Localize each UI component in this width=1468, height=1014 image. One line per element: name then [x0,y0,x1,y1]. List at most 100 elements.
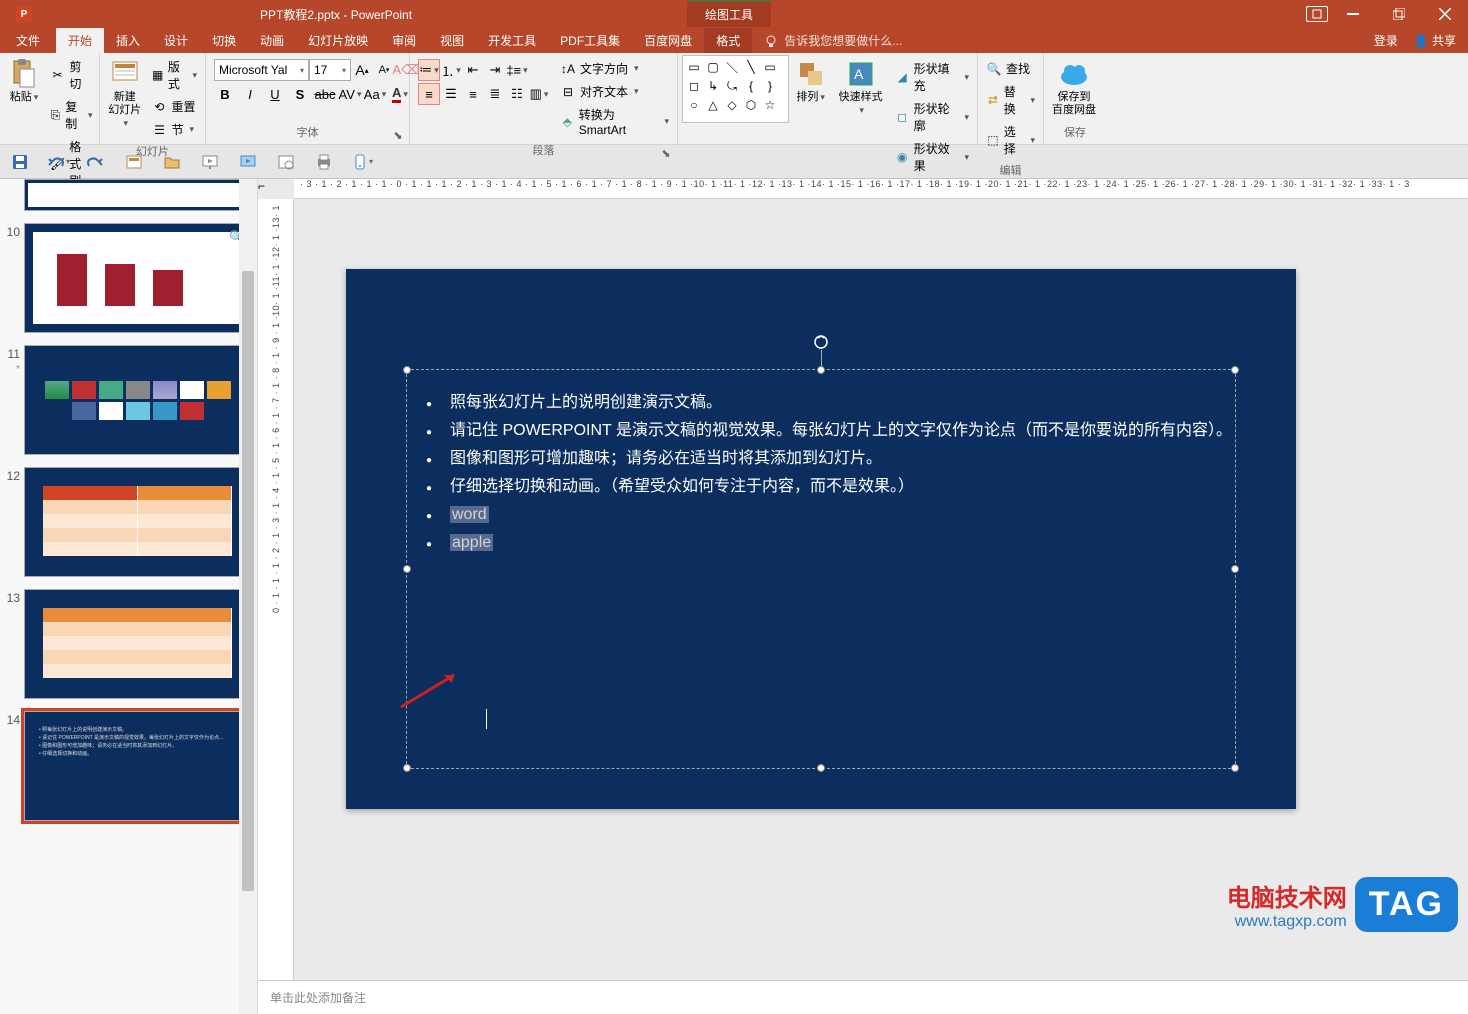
tab-animations[interactable]: 动画 [248,28,296,53]
italic-icon[interactable]: I [239,83,261,105]
justify-icon[interactable]: ≣ [484,83,506,105]
shape-outline-button[interactable]: ◻形状轮廓 [893,99,971,135]
font-color-icon[interactable]: A [389,83,411,105]
new-slide-button[interactable]: 新建 幻灯片 [104,55,145,132]
align-center-icon[interactable]: ☰ [440,83,462,105]
thumbnail-slide-11[interactable]: 11* [0,341,257,463]
decrease-indent-icon[interactable]: ⇤ [462,59,484,81]
tab-insert[interactable]: 插入 [104,28,152,53]
resize-handle[interactable] [403,565,411,573]
paragraph-launcher-icon[interactable]: ⬊ [661,147,671,157]
ribbon-display-options[interactable] [1306,6,1328,22]
thumbnail-slide-14[interactable]: 14 • 照每张幻灯片上的说明创建演示文稿。 • 请记住 POWERPOINT … [0,707,257,829]
restore-button[interactable] [1376,0,1422,28]
tab-developer[interactable]: 开发工具 [476,28,548,53]
shape-fill-button[interactable]: ◢形状填充 [893,59,971,95]
bullet-item[interactable]: 图像和图形可增加趣味；请务必在适当时将其添加到幻灯片。 [426,445,1232,473]
thumbnail-slide-10[interactable]: 10 🔍 [0,219,257,341]
resize-handle[interactable] [403,366,411,374]
qat-preview-icon[interactable] [274,150,298,174]
tab-baidu[interactable]: 百度网盘 [632,28,704,53]
columns-icon[interactable]: ▥ [528,83,550,105]
rotate-handle-icon[interactable] [813,334,829,350]
change-case-icon[interactable]: Aa [364,83,386,105]
tell-me-search[interactable]: 告诉我您想要做什么... [752,28,902,53]
bullet-list[interactable]: 照每张幻灯片上的说明创建演示文稿。 请记住 POWERPOINT 是演示文稿的视… [426,389,1232,557]
strike-icon[interactable]: abc [314,83,336,105]
bullet-item[interactable]: 请记住 POWERPOINT 是演示文稿的视觉效果。每张幻灯片上的文字仅作为论点… [426,417,1232,445]
bold-icon[interactable]: B [214,83,236,105]
align-right-icon[interactable]: ≡ [462,83,484,105]
bullets-icon[interactable]: ≔ [418,59,440,81]
share-button[interactable]: 👤 共享 [1414,32,1456,49]
qat-save-icon[interactable] [8,150,32,174]
reset-button[interactable]: ⟲重置 [149,97,199,116]
tab-format[interactable]: 格式 [704,28,752,53]
resize-handle[interactable] [817,764,825,772]
qat-touch-mode-icon[interactable]: ▾ [350,150,374,174]
text-direction-button[interactable]: ↕A文字方向 [558,59,671,78]
paste-button[interactable]: 粘贴 [4,55,44,106]
bullet-item[interactable]: 照每张幻灯片上的说明创建演示文稿。 [426,389,1232,417]
close-button[interactable] [1422,0,1468,28]
quick-styles-button[interactable]: A 快速样式 [833,55,889,119]
smartart-button[interactable]: ⬘转换为 SmartArt [558,105,671,138]
qat-slideshow-from-beginning-icon[interactable] [198,150,222,174]
thumbnail-slide-9-partial[interactable] [0,179,257,219]
arrange-button[interactable]: 排列 [791,55,831,106]
shape-effects-button[interactable]: ◉形状效果 [893,139,971,175]
thumbnail-slide-12[interactable]: 12 [0,463,257,585]
font-launcher-icon[interactable]: ⬊ [393,129,403,139]
login-link[interactable]: 登录 [1374,32,1398,49]
cut-button[interactable]: ✂剪切 [48,57,95,93]
vertical-ruler[interactable]: 0 · 1 · 1 · 1 · 2 · 1 · 3 · 1 · 4 · 1 · … [258,199,294,980]
thumbnail-slide-13[interactable]: 13 [0,585,257,707]
qat-undo-icon[interactable]: ▾ [46,150,70,174]
shadow-icon[interactable]: S [289,83,311,105]
save-baidu-button[interactable]: 保存到 百度网盘 [1048,55,1100,119]
bullet-item[interactable]: apple [426,529,1232,557]
font-size-input[interactable]: 17▾ [309,59,351,81]
minimize-button[interactable] [1330,0,1376,28]
resize-handle[interactable] [403,764,411,772]
line-spacing-icon[interactable]: ‡≡ [506,59,528,81]
tab-transitions[interactable]: 切换 [200,28,248,53]
notes-pane[interactable]: 单击此处添加备注 [258,980,1468,1014]
bullet-item[interactable]: word [426,501,1232,529]
bullet-item[interactable]: 仔细选择切换和动画。（希望受众如何专注于内容，而不是效果。） [426,473,1232,501]
select-button[interactable]: ⬚选择 [984,122,1037,158]
slide-thumbnails-panel[interactable]: 10 🔍 11* [0,179,258,1014]
underline-icon[interactable]: U [264,83,286,105]
thumbnails-scrollbar[interactable] [239,179,257,1014]
replace-button[interactable]: ⇄替换 [984,82,1037,118]
layout-button[interactable]: ▦版式 [149,57,199,93]
char-spacing-icon[interactable]: AV [339,83,361,105]
shapes-gallery[interactable]: ▭▢＼╲▭ ◻↳⤿{} ○△◇⬡☆ [682,55,789,123]
numbering-icon[interactable]: ⒈ [440,59,462,81]
resize-handle[interactable] [1231,764,1239,772]
current-slide[interactable]: 照每张幻灯片上的说明创建演示文稿。 请记住 POWERPOINT 是演示文稿的视… [346,269,1296,809]
resize-handle[interactable] [817,366,825,374]
font-name-input[interactable]: Microsoft Yal▾ [214,59,309,81]
align-left-icon[interactable]: ≡ [418,83,440,105]
increase-indent-icon[interactable]: ⇥ [484,59,506,81]
tab-review[interactable]: 审阅 [380,28,428,53]
slide-canvas[interactable]: 照每张幻灯片上的说明创建演示文稿。 请记住 POWERPOINT 是演示文稿的视… [294,199,1468,980]
align-text-button[interactable]: ⊟对齐文本 [558,82,671,101]
distribute-icon[interactable]: ☷ [506,83,528,105]
tab-pdf[interactable]: PDF工具集 [548,28,632,53]
qat-slideshow-current-icon[interactable] [236,150,260,174]
find-button[interactable]: 🔍查找 [984,59,1037,78]
resize-handle[interactable] [1231,565,1239,573]
qat-print-icon[interactable] [312,150,336,174]
section-button[interactable]: ☰节 [149,120,199,139]
tab-slideshow[interactable]: 幻灯片放映 [296,28,380,53]
increase-font-icon[interactable]: A▴ [351,59,373,81]
tab-design[interactable]: 设计 [152,28,200,53]
tab-view[interactable]: 视图 [428,28,476,53]
tab-file[interactable]: 文件 [0,28,56,53]
horizontal-ruler[interactable]: · 3 · 1 · 2 · 1 · 1 · 1 · 0 · 1 · 1 · 1 … [294,179,1468,199]
copy-button[interactable]: ⎘复制 [48,97,95,133]
tab-home[interactable]: 开始 [56,28,104,53]
resize-handle[interactable] [1231,366,1239,374]
